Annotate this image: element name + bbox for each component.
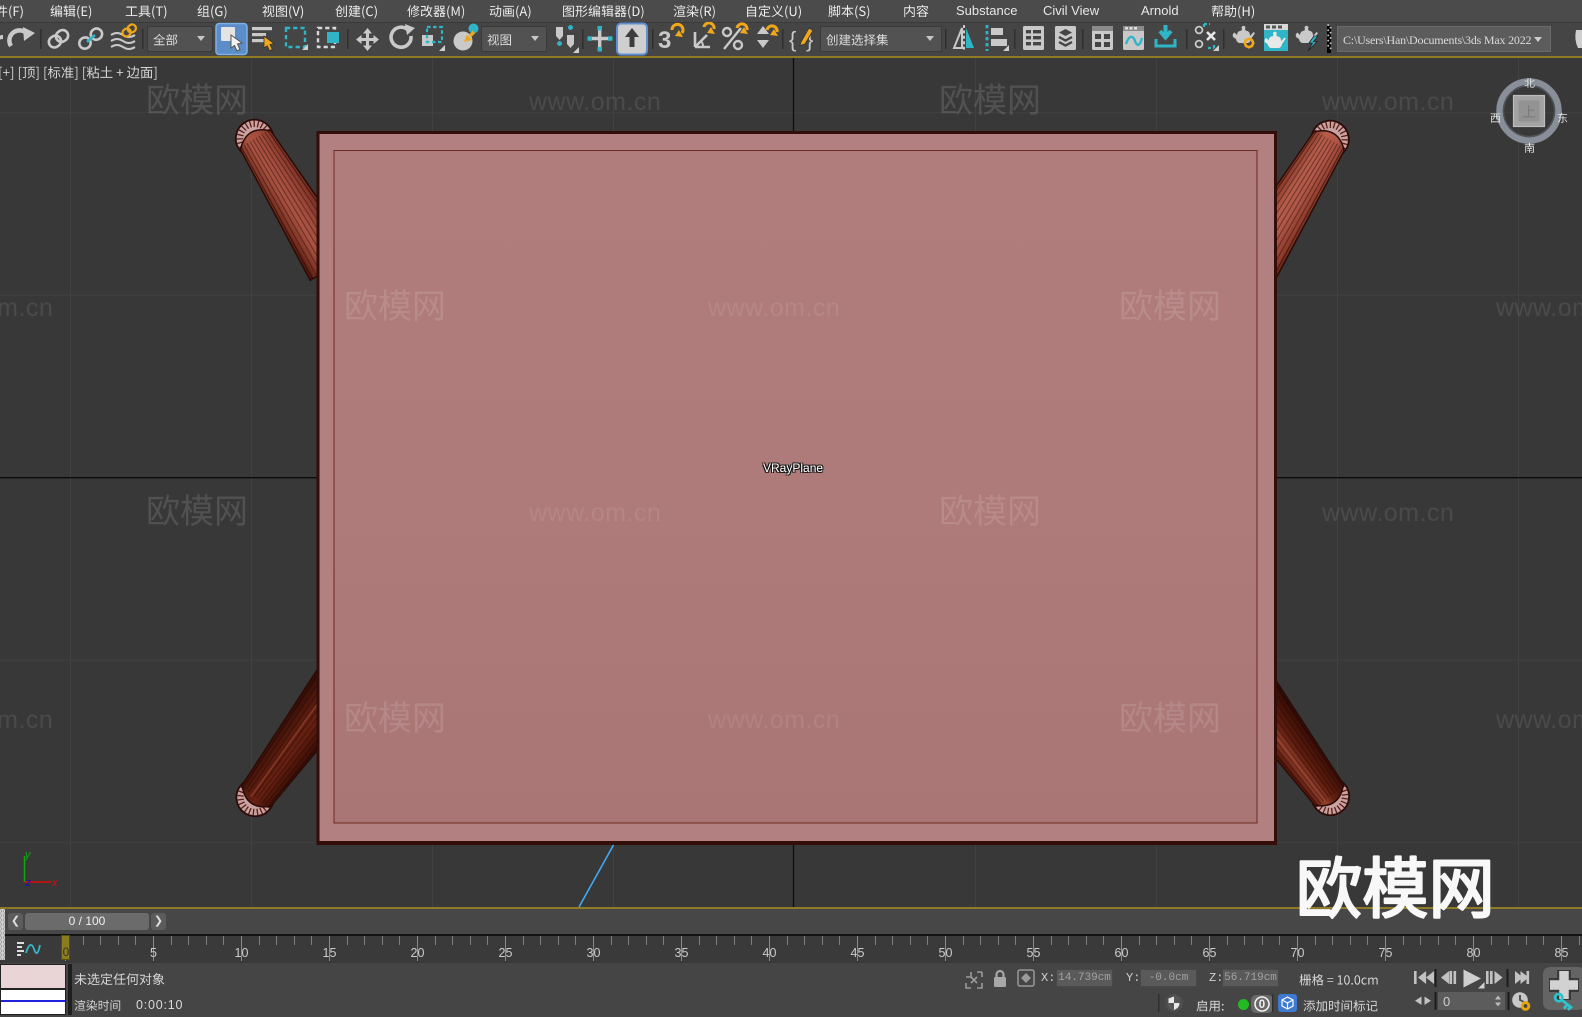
svg-text:z: z — [25, 877, 32, 889]
svg-text:0: 0 — [1443, 994, 1450, 1009]
svg-text:y: y — [24, 849, 32, 861]
svg-text:x: x — [51, 877, 58, 889]
svg-text:3: 3 — [658, 27, 671, 54]
svg-text:{: { — [789, 27, 796, 52]
